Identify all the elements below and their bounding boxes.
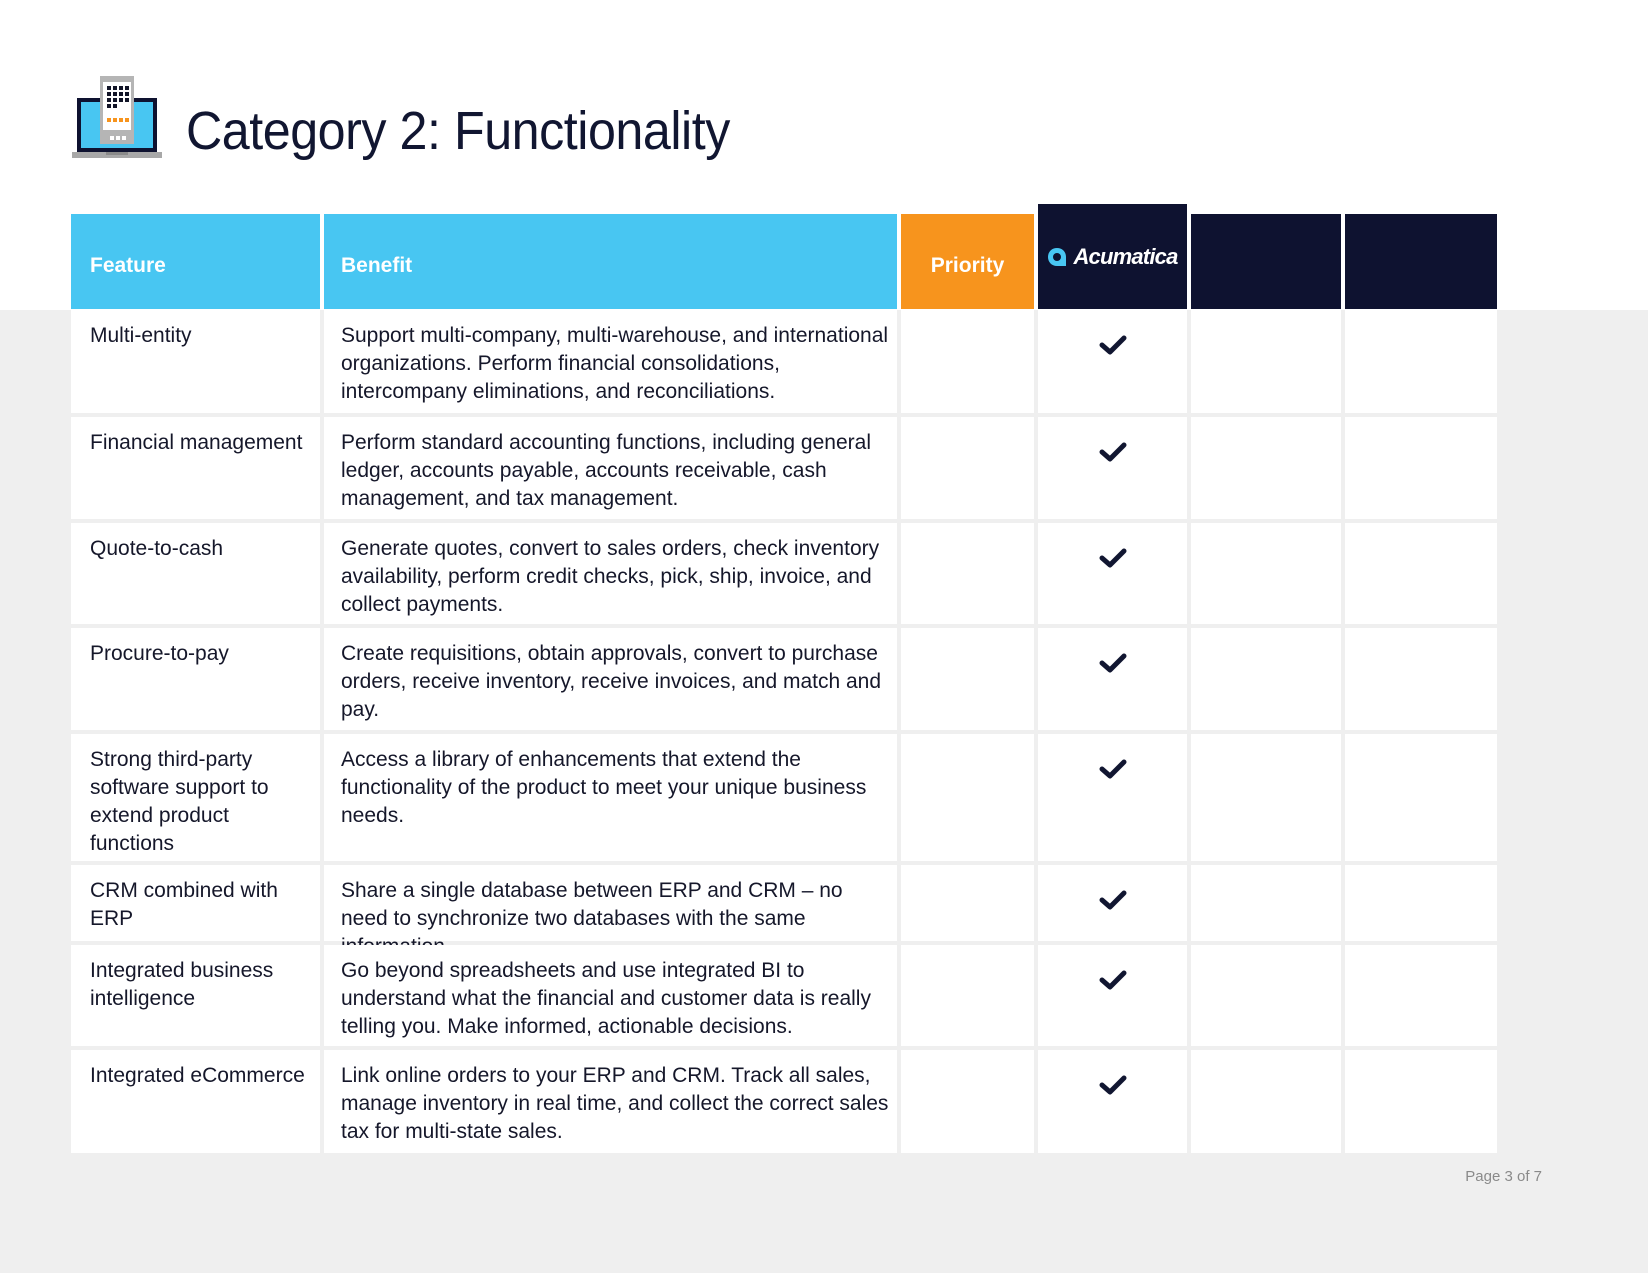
check-icon: [1099, 889, 1127, 941]
feature-cell: Integrated business intelligence: [71, 945, 320, 1046]
vendor-2-cell[interactable]: [1191, 417, 1341, 519]
table-row: Integrated business intelligence Go beyon…: [71, 945, 1497, 1046]
table-row: Financial management Perform standard acc…: [71, 417, 1497, 519]
vendor-3-cell[interactable]: [1345, 628, 1497, 730]
priority-cell[interactable]: [901, 310, 1034, 413]
feature-cell: Financial management: [71, 417, 320, 519]
vendor-3-cell[interactable]: [1345, 310, 1497, 413]
header-priority: Priority: [901, 214, 1034, 309]
benefit-cell: Generate quotes, convert to sales orders…: [324, 523, 897, 624]
benefit-cell: Support multi-company, multi-warehouse, …: [324, 310, 897, 413]
check-icon: [1099, 547, 1127, 624]
check-icon: [1099, 334, 1127, 413]
check-icon: [1099, 441, 1127, 519]
table-row: Procure-to-pay Create requisitions, obtai…: [71, 628, 1497, 730]
vendor-3-cell[interactable]: [1345, 523, 1497, 624]
check-icon: [1099, 1074, 1127, 1153]
feature-cell: Integrated eCommerce: [71, 1050, 320, 1153]
acumatica-cell: [1038, 945, 1187, 1046]
benefit-cell: Share a single database between ERP and …: [324, 865, 897, 958]
acumatica-cell: [1038, 1050, 1187, 1153]
vendor-2-cell[interactable]: [1191, 523, 1341, 624]
vendor-2-cell[interactable]: [1191, 734, 1341, 861]
benefit-cell: Go beyond spreadsheets and use integrate…: [324, 945, 897, 1046]
check-icon: [1099, 969, 1127, 1046]
table-header: Feature Benefit Priority Acumatica: [71, 204, 1497, 309]
vendor-2-cell[interactable]: [1191, 628, 1341, 730]
header-vendor-2: [1191, 214, 1341, 309]
check-icon: [1099, 652, 1127, 730]
table-row: CRM combined with ERP Share a single data…: [71, 865, 1497, 958]
feature-cell: Quote-to-cash: [71, 523, 320, 624]
check-icon: [1099, 758, 1127, 861]
benefit-cell: Link online orders to your ERP and CRM. …: [324, 1050, 897, 1153]
vendor-3-cell[interactable]: [1345, 865, 1497, 941]
vendor-3-cell[interactable]: [1345, 1050, 1497, 1153]
acumatica-cell: [1038, 734, 1187, 861]
vendor-2-cell[interactable]: [1191, 865, 1341, 941]
priority-cell[interactable]: [901, 417, 1034, 519]
acumatica-cell: [1038, 523, 1187, 624]
acumatica-logo-icon: [1048, 247, 1067, 266]
acumatica-logo: Acumatica: [1047, 243, 1178, 271]
benefit-cell: Access a library of enhancements that ex…: [324, 734, 897, 861]
acumatica-cell: [1038, 310, 1187, 413]
vendor-2-cell[interactable]: [1191, 310, 1341, 413]
acumatica-logo-text: Acumatica: [1073, 243, 1178, 269]
header-benefit: Benefit: [324, 214, 897, 309]
acumatica-cell: [1038, 628, 1187, 730]
vendor-2-cell[interactable]: [1191, 945, 1341, 1046]
header-vendor-3: [1345, 214, 1497, 309]
table-row: Strong third-party software support to e…: [71, 734, 1497, 861]
vendor-3-cell[interactable]: [1345, 734, 1497, 861]
priority-cell[interactable]: [901, 734, 1034, 861]
page-number: Page 3 of 7: [1465, 1168, 1542, 1185]
laptop-phone-icon: [72, 76, 168, 164]
vendor-2-cell[interactable]: [1191, 1050, 1341, 1153]
priority-cell[interactable]: [901, 945, 1034, 1046]
functionality-table: Feature Benefit Priority Acumatica Multi…: [71, 204, 1497, 1157]
table-row: Integrated eCommerce Link online orders t…: [71, 1050, 1497, 1153]
table-row: Multi-entity Support multi-company, multi…: [71, 310, 1497, 413]
priority-cell[interactable]: [901, 865, 1034, 941]
benefit-cell: Create requisitions, obtain approvals, c…: [324, 628, 897, 730]
acumatica-cell: [1038, 865, 1187, 941]
feature-cell: Procure-to-pay: [71, 628, 320, 730]
vendor-3-cell[interactable]: [1345, 417, 1497, 519]
header-feature: Feature: [71, 214, 320, 309]
header-acumatica: Acumatica: [1038, 204, 1187, 309]
feature-cell: Multi-entity: [71, 310, 320, 413]
vendor-3-cell[interactable]: [1345, 945, 1497, 1046]
feature-cell: Strong third-party software support to e…: [71, 734, 320, 861]
feature-cell: CRM combined with ERP: [71, 865, 320, 941]
priority-cell[interactable]: [901, 1050, 1034, 1153]
priority-cell[interactable]: [901, 628, 1034, 730]
page-title: Category 2: Functionality: [186, 101, 730, 161]
benefit-cell: Perform standard accounting functions, i…: [324, 417, 897, 519]
acumatica-cell: [1038, 417, 1187, 519]
priority-cell[interactable]: [901, 523, 1034, 624]
table-row: Quote-to-cash Generate quotes, convert to…: [71, 523, 1497, 624]
